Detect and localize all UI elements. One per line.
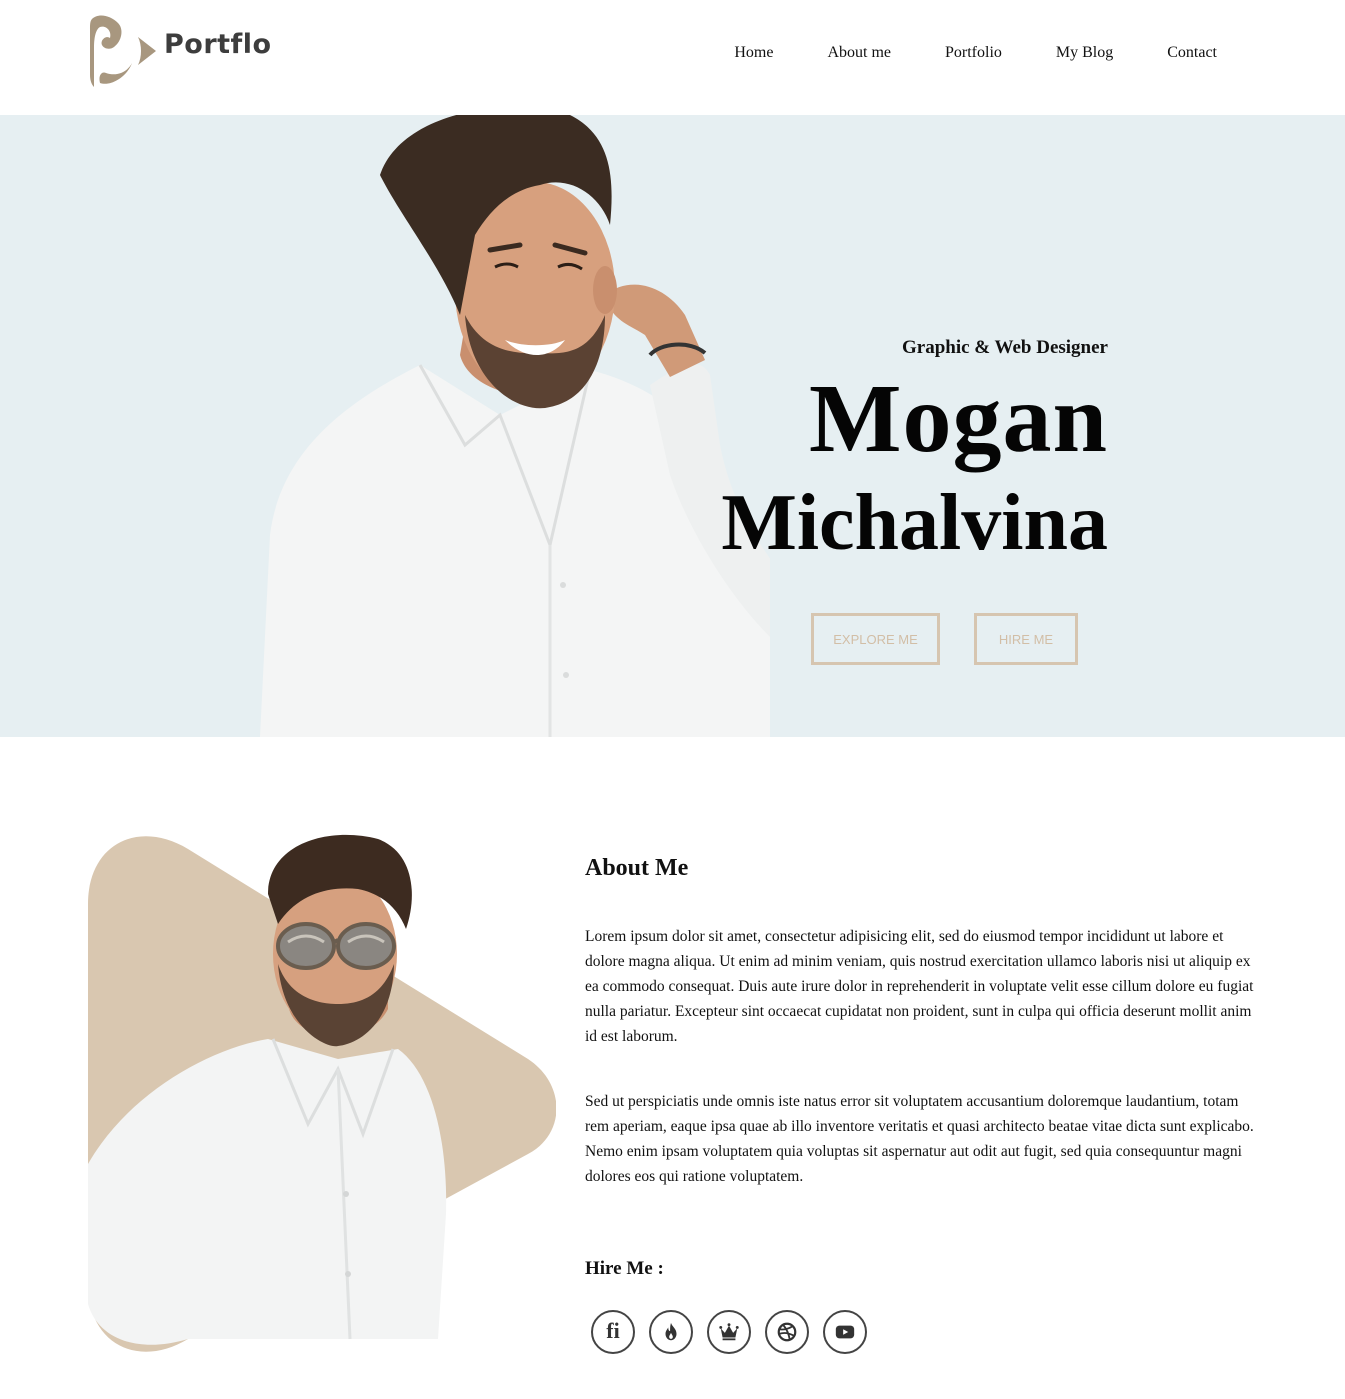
about-paragraph-1: Lorem ipsum dolor sit amet, consectetur … (585, 928, 1254, 1045)
social-links: fi (591, 1310, 881, 1354)
hero-subtitle: Graphic & Web Designer (901, 337, 1108, 358)
about-portrait-image (88, 834, 556, 1352)
fiverr-icon: fi (606, 1318, 620, 1343)
fiverr-link[interactable]: fi (591, 1310, 635, 1354)
hero-last-name: Michalvina (721, 479, 1108, 567)
dribbble-icon (777, 1322, 797, 1342)
nav-about-me[interactable]: About me (827, 44, 891, 62)
hire-me-button[interactable]: HIRE ME (974, 613, 1078, 665)
nav-home[interactable]: Home (734, 44, 773, 62)
hero-portrait-image (260, 115, 770, 737)
nav-portfolio[interactable]: Portfolio (945, 44, 1002, 62)
fire-link[interactable] (649, 1310, 693, 1354)
hero-name: Mogan Michalvina (721, 365, 1108, 573)
fire-icon (665, 1322, 677, 1341)
main-nav: Home About me Portfolio My Blog Contact (680, 44, 1217, 62)
logo-icon (90, 15, 156, 87)
site-header: Portflo Home About me Portfolio My Blog … (0, 0, 1345, 115)
logo[interactable]: Portflo (88, 10, 288, 90)
explore-me-button[interactable]: EXPLORE ME (811, 613, 940, 665)
about-title: About Me (585, 855, 689, 881)
hire-me-title: Hire Me : (585, 1258, 664, 1279)
youtube-icon (835, 1325, 855, 1339)
dribbble-link[interactable] (765, 1310, 809, 1354)
about-paragraph-2: Sed ut perspiciatis unde omnis iste natu… (585, 1093, 1254, 1185)
hero-first-name: Mogan (809, 365, 1108, 473)
nav-my-blog[interactable]: My Blog (1056, 44, 1113, 62)
crown-icon (719, 1323, 739, 1341)
logo-text: Portflo (164, 28, 272, 60)
crown-link[interactable] (707, 1310, 751, 1354)
nav-contact[interactable]: Contact (1167, 44, 1217, 62)
youtube-link[interactable] (823, 1310, 867, 1354)
hero-section: Graphic & Web Designer Mogan Michalvina … (0, 115, 1345, 737)
